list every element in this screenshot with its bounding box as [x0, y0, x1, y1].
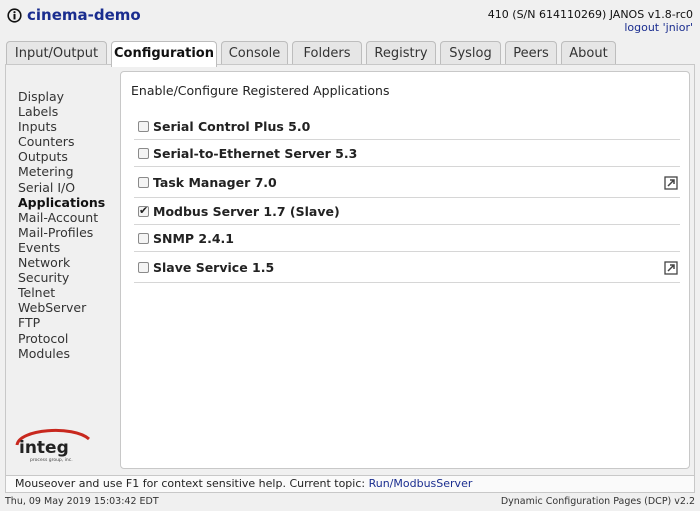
sidebar-item-protocol[interactable]: Protocol [18, 331, 105, 346]
tab-folders[interactable]: Folders [292, 41, 362, 65]
app-checkbox-serial-control-plus[interactable] [138, 121, 149, 132]
sidebar-item-applications[interactable]: Applications [18, 195, 105, 210]
sidebar-item-mail-profiles[interactable]: Mail-Profiles [18, 225, 105, 240]
help-text: Mouseover and use F1 for context sensiti… [15, 477, 369, 490]
list-item: Serial-to-Ethernet Server 5.3 [134, 140, 680, 167]
list-item: SNMP 2.4.1 [134, 225, 680, 252]
sidebar-item-outputs[interactable]: Outputs [18, 149, 105, 164]
sidebar-item-network[interactable]: Network [18, 255, 105, 270]
app-name[interactable]: SNMP 2.4.1 [153, 231, 234, 246]
tab-configuration[interactable]: Configuration [111, 41, 217, 67]
device-info: 410 (S/N 614110269) JANOS v1.8-rc0 [487, 8, 693, 21]
tab-input-output[interactable]: Input/Output [6, 41, 107, 65]
app-name[interactable]: Slave Service 1.5 [153, 260, 274, 275]
list-item: ✔ Modbus Server 1.7 (Slave) [134, 198, 680, 225]
app-checkbox-modbus-server[interactable]: ✔ [138, 204, 149, 217]
list-item: Slave Service 1.5 [134, 252, 680, 283]
tab-console[interactable]: Console [221, 41, 288, 65]
page-title: cinema-demo [27, 6, 141, 24]
app-checkbox-snmp[interactable] [138, 233, 149, 244]
app-name[interactable]: Modbus Server 1.7 (Slave) [153, 204, 340, 219]
sidebar-item-display[interactable]: Display [18, 89, 105, 104]
tab-about[interactable]: About [561, 41, 616, 65]
sidebar-item-inputs[interactable]: Inputs [18, 119, 105, 134]
svg-text:process group, inc.: process group, inc. [30, 457, 73, 463]
help-topic-link[interactable]: Run/ModbusServer [369, 477, 473, 490]
product-version: Dynamic Configuration Pages (DCP) v2.2 [500, 496, 695, 507]
sidebar-item-labels[interactable]: Labels [18, 104, 105, 119]
app-name[interactable]: Task Manager 7.0 [153, 175, 277, 190]
main-frame: Display Labels Inputs Counters Outputs M… [5, 64, 695, 476]
info-circle-icon [7, 8, 22, 23]
tab-peers[interactable]: Peers [505, 41, 557, 65]
sidebar-item-webserver[interactable]: WebServer [18, 300, 105, 315]
sidebar-item-modules[interactable]: Modules [18, 346, 105, 361]
panel-heading: Enable/Configure Registered Applications [131, 83, 390, 98]
check-mark-icon: ✔ [139, 204, 149, 217]
content-panel: Enable/Configure Registered Applications… [120, 71, 690, 469]
tab-registry[interactable]: Registry [366, 41, 436, 65]
sidebar-item-metering[interactable]: Metering [18, 164, 105, 179]
timestamp: Thu, 09 May 2019 15:03:42 EDT [5, 496, 159, 507]
external-link-icon[interactable] [664, 176, 678, 190]
svg-text:integ: integ [19, 438, 69, 458]
sidebar-item-mail-account[interactable]: Mail-Account [18, 210, 105, 225]
sidebar-item-security[interactable]: Security [18, 270, 105, 285]
sidebar-item-serial-io[interactable]: Serial I/O [18, 180, 105, 195]
app-name[interactable]: Serial-to-Ethernet Server 5.3 [153, 146, 357, 161]
applications-list: Serial Control Plus 5.0 Serial-to-Ethern… [134, 113, 680, 283]
app-checkbox-serial-to-ethernet[interactable] [138, 148, 149, 159]
app-name[interactable]: Serial Control Plus 5.0 [153, 119, 310, 134]
sidebar-item-counters[interactable]: Counters [18, 134, 105, 149]
help-bar: Mouseover and use F1 for context sensiti… [5, 476, 695, 493]
sidebar-item-events[interactable]: Events [18, 240, 105, 255]
app-checkbox-slave-service[interactable] [138, 262, 149, 273]
tab-syslog[interactable]: Syslog [440, 41, 501, 65]
sidebar-item-telnet[interactable]: Telnet [18, 285, 105, 300]
list-item: Task Manager 7.0 [134, 167, 680, 198]
list-item: Serial Control Plus 5.0 [134, 113, 680, 140]
external-link-icon[interactable] [664, 261, 678, 275]
sidebar-item-ftp[interactable]: FTP [18, 315, 105, 330]
app-checkbox-task-manager[interactable] [138, 177, 149, 188]
integ-logo: integ process group, inc. [15, 428, 90, 463]
header: cinema-demo 410 (S/N 614110269) JANOS v1… [0, 0, 700, 40]
sidebar-nav: Display Labels Inputs Counters Outputs M… [18, 89, 105, 361]
logout-link[interactable]: logout 'jnior' [624, 21, 693, 34]
